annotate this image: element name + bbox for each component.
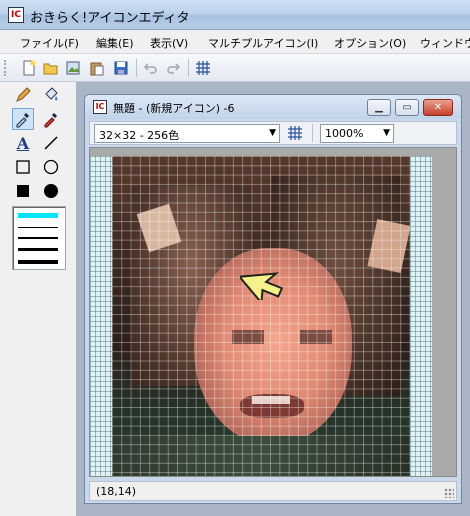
resize-grip[interactable]: [444, 488, 454, 498]
line-width-5[interactable]: [18, 260, 58, 264]
cursor-arrow-icon: [240, 272, 284, 300]
eyedropper-icon[interactable]: [12, 108, 34, 130]
open-folder-icon[interactable]: [42, 59, 60, 77]
toolbar-separator: [136, 59, 137, 77]
color-picker-icon[interactable]: [40, 108, 62, 130]
line-icon[interactable]: [40, 132, 62, 154]
text-icon[interactable]: A: [12, 132, 34, 154]
format-select-value: 32×32 - 256色: [99, 129, 180, 142]
fill-bucket-icon[interactable]: [40, 84, 62, 106]
transparent-margin-left: [90, 156, 112, 476]
app-titlebar: IC おきらく!アイコンエディタ: [0, 0, 470, 30]
menu-view[interactable]: 表示(V): [150, 35, 188, 51]
tool-palette: A: [8, 82, 70, 516]
pixel-grid: [112, 156, 410, 476]
line-width-1[interactable]: [18, 213, 58, 218]
menu-edit[interactable]: 編集(E): [96, 35, 134, 51]
zoom-select[interactable]: 1000% ▼: [320, 124, 394, 143]
ellipse-icon[interactable]: [40, 156, 62, 178]
close-button[interactable]: ✕: [423, 99, 453, 116]
transparent-margin-right: [410, 156, 432, 476]
toolbar-separator: [312, 124, 313, 142]
menu-window[interactable]: ウィンドウ(: [420, 35, 470, 51]
document-toolbar: 32×32 - 256色 ▼ 1000% ▼: [89, 121, 457, 145]
line-width-2[interactable]: [18, 227, 58, 228]
zoom-select-value: 1000%: [325, 127, 364, 140]
document-titlebar[interactable]: IC 無題 - (新規アイコン) -6 ▁ ▭ ✕: [85, 95, 461, 119]
menu-file[interactable]: ファイル(F): [20, 35, 79, 51]
grid-icon[interactable]: [194, 59, 212, 77]
maximize-button[interactable]: ▭: [395, 99, 419, 116]
import-image-icon[interactable]: [64, 59, 82, 77]
format-select[interactable]: 32×32 - 256色 ▼: [94, 124, 280, 143]
status-bar: (18,14): [89, 481, 457, 501]
document-title: 無題 - (新規アイコン) -6: [113, 102, 235, 115]
app-icon: IC: [8, 7, 24, 23]
minimize-button[interactable]: ▁: [367, 99, 391, 116]
filled-ellipse-icon[interactable]: [40, 180, 62, 202]
line-width-4[interactable]: [18, 248, 58, 251]
grid-toggle-icon[interactable]: [286, 124, 304, 142]
filled-rectangle-icon[interactable]: [12, 180, 34, 202]
pencil-icon[interactable]: [12, 84, 34, 106]
toolbar-grip[interactable]: [4, 60, 6, 76]
cursor-coordinates: (18,14): [96, 485, 137, 498]
toolbar-separator: [188, 59, 189, 77]
chevron-down-icon: ▼: [269, 128, 276, 138]
menu-options[interactable]: オプション(O): [334, 35, 406, 51]
new-icon[interactable]: [20, 59, 38, 77]
undo-icon[interactable]: [142, 59, 160, 77]
line-width-selector[interactable]: [12, 206, 66, 270]
text-tool-letter: A: [16, 133, 30, 153]
main-toolbar: [0, 54, 470, 82]
menu-multiple-icon[interactable]: マルチプルアイコン(I): [208, 35, 318, 51]
redo-icon[interactable]: [164, 59, 182, 77]
icon-canvas[interactable]: [112, 156, 410, 476]
app-title: おきらく!アイコンエディタ: [30, 11, 190, 26]
line-width-3[interactable]: [18, 237, 58, 239]
canvas-frame: [89, 147, 457, 477]
chevron-down-icon: ▼: [383, 128, 390, 138]
rectangle-icon[interactable]: [12, 156, 34, 178]
save-icon[interactable]: [112, 59, 130, 77]
paste-icon[interactable]: [88, 59, 106, 77]
menu-bar: ファイル(F) 編集(E) 表示(V) マルチプルアイコン(I) オプション(O…: [0, 30, 470, 54]
document-icon: IC: [93, 100, 107, 114]
